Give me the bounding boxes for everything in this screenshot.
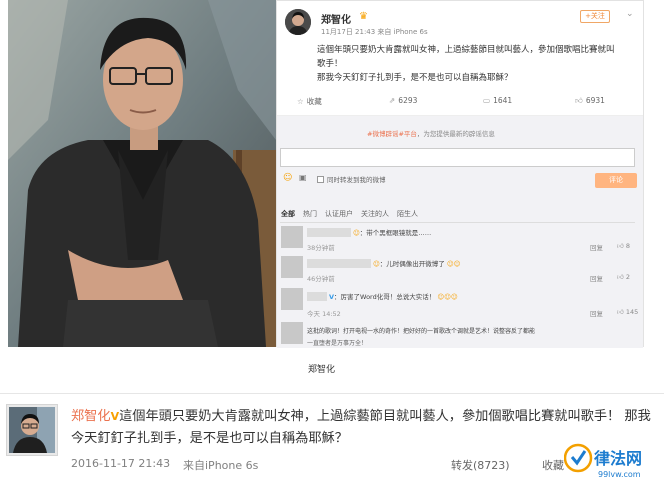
vip-icon: ♛ bbox=[359, 11, 368, 22]
forward-link[interactable]: 转发(8723) bbox=[451, 457, 510, 473]
watermark-subtext: 99lvw.com bbox=[598, 470, 641, 479]
tab-verified[interactable]: 认证用户 bbox=[325, 210, 353, 218]
portrait-photo bbox=[8, 0, 276, 347]
blurred-username bbox=[307, 259, 371, 268]
emoji-icon[interactable]: ☺ bbox=[283, 173, 292, 183]
panel-meta: 11月17日 21:43 来自 iPhone 6s bbox=[321, 28, 428, 36]
comment-time: 38分钟前 bbox=[307, 244, 335, 252]
emoji-icon: ☺☺ bbox=[446, 260, 461, 268]
avatar-image bbox=[9, 407, 55, 453]
star-icon: ☆ bbox=[297, 97, 304, 106]
panel-avatar[interactable] bbox=[285, 9, 311, 35]
comment-tabs: 全部 热门 认证用户 关注的人 陌生人 bbox=[281, 209, 426, 219]
comment-avatar[interactable] bbox=[281, 288, 303, 310]
divider bbox=[0, 393, 664, 394]
page: 郑智化 ♛ 11月17日 21:43 来自 iPhone 6s +关注 ⌄ 這個… bbox=[0, 0, 664, 484]
checkbox-box[interactable] bbox=[317, 176, 324, 183]
watermark-text: 律法网 bbox=[594, 449, 642, 468]
action-bar: ☆ 收藏 ⇗ 6293 ▭ 1641 👍︎ 6931 bbox=[277, 92, 643, 110]
comment-text: 这批的歌词！打开电视一水的奇作！把好好的一首歌改个调就是艺术！说整容反了都能 bbox=[307, 328, 536, 335]
submit-comment-button[interactable]: 评论 bbox=[595, 173, 637, 188]
panel-post-text: 這個年頭只要奶大肯露就叫女神，上過綜藝節目就叫藝人，參加個歌唱比賽就叫 歌手！ … bbox=[317, 43, 637, 85]
follow-button[interactable]: +关注 bbox=[580, 10, 610, 23]
emoji-icon: ☺☺☺ bbox=[437, 293, 458, 301]
comment-like[interactable]: 👍︎ 145 bbox=[617, 308, 638, 316]
reply-link[interactable]: 回复 bbox=[590, 308, 603, 318]
watermark-illustration: 律法网 99lvw.com bbox=[563, 443, 642, 479]
chevron-down-icon[interactable]: ⌄ bbox=[626, 9, 634, 19]
comment-text: ☺：带个黑框眼镜就是…… bbox=[353, 229, 432, 237]
favorite-action[interactable]: ☆ 收藏 bbox=[297, 96, 322, 107]
weibo-post-panel: 郑智化 ♛ 11月17日 21:43 来自 iPhone 6s +关注 ⌄ 這個… bbox=[276, 0, 644, 348]
watermark-logo: 律法网 99lvw.com bbox=[563, 438, 662, 482]
comment-time: 46分钟前 bbox=[307, 275, 335, 283]
photo-caption: 郑智化 bbox=[308, 365, 336, 375]
comment-action[interactable]: ▭ 1641 bbox=[483, 96, 512, 105]
blurred-username bbox=[307, 228, 351, 237]
emoji-icon: ☺ bbox=[373, 260, 380, 268]
tabs-divider bbox=[280, 222, 635, 223]
panel-text-line: 這個年頭只要奶大肯露就叫女神，上過綜藝節目就叫藝人，參加個歌唱比賽就叫 bbox=[317, 45, 615, 55]
comment-avatar[interactable] bbox=[281, 322, 303, 344]
avatar-image bbox=[285, 9, 311, 35]
tab-all[interactable]: 全部 bbox=[281, 210, 295, 218]
reply-link[interactable]: 回复 bbox=[590, 273, 603, 283]
thumbs-up-icon: 👍︎ bbox=[617, 273, 624, 281]
comment-icon: ▭ bbox=[483, 96, 491, 105]
comment-text: ☺：儿时偶像出开微博了 ☺☺ bbox=[373, 260, 461, 268]
panel-text-line: 歌手！ bbox=[317, 59, 343, 69]
post-avatar[interactable] bbox=[6, 404, 58, 456]
tab-hot[interactable]: 热门 bbox=[303, 210, 317, 218]
comment-area: #微博辟谣#平台，为您提供最新的辟谣信息 ☺ ▣ 同时转发到我的微博 评论 全部… bbox=[277, 116, 643, 348]
forward-action[interactable]: ⇗ 6293 bbox=[389, 96, 417, 105]
comment-avatar[interactable] bbox=[281, 256, 303, 278]
forward-icon: ⇗ bbox=[389, 96, 396, 105]
image-icon[interactable]: ▣ bbox=[299, 173, 307, 182]
thumbs-up-icon: 👍︎ bbox=[617, 308, 624, 316]
tab-strangers[interactable]: 陌生人 bbox=[397, 210, 418, 218]
comment-input[interactable] bbox=[280, 148, 635, 167]
reply-link[interactable]: 回复 bbox=[590, 242, 603, 252]
tab-following[interactable]: 关注的人 bbox=[361, 210, 389, 218]
comment-text: 一直堕者是万事万全！ bbox=[307, 340, 368, 347]
panel-text-line: 那我今天釘釘子扎到手，是不是也可以自稱為耶穌？ bbox=[317, 73, 513, 83]
favorite-link[interactable]: 收藏 bbox=[542, 457, 564, 473]
comment-avatar[interactable] bbox=[281, 226, 303, 248]
comment-like[interactable]: 👍︎ 8 bbox=[617, 242, 630, 250]
topic-hint[interactable]: #微博辟谣#平台，为您提供最新的辟谣信息 bbox=[367, 128, 495, 138]
blurred-username bbox=[307, 292, 327, 301]
also-forward-checkbox[interactable]: 同时转发到我的微博 bbox=[317, 174, 386, 184]
comment-time: 今天 14:52 bbox=[307, 310, 341, 318]
thumbs-up-icon: 👍︎ bbox=[575, 96, 583, 105]
portrait-illustration bbox=[8, 0, 276, 347]
post-source[interactable]: 来自iPhone 6s bbox=[183, 457, 258, 473]
comment-text: V：厉害了Word化哥！总说大实话！ ☺☺☺ bbox=[329, 293, 458, 301]
thumbs-up-icon: 👍︎ bbox=[617, 242, 624, 250]
post-date[interactable]: 2016-11-17 21:43 bbox=[71, 457, 170, 470]
panel-username[interactable]: 郑智化 bbox=[321, 11, 351, 26]
verified-icon: V bbox=[110, 410, 120, 423]
like-action[interactable]: 👍︎ 6931 bbox=[575, 96, 605, 106]
emoji-icon: ☺ bbox=[353, 229, 360, 237]
post-username[interactable]: 郑智化 bbox=[71, 409, 111, 424]
comment-like[interactable]: 👍︎ 2 bbox=[617, 273, 630, 281]
